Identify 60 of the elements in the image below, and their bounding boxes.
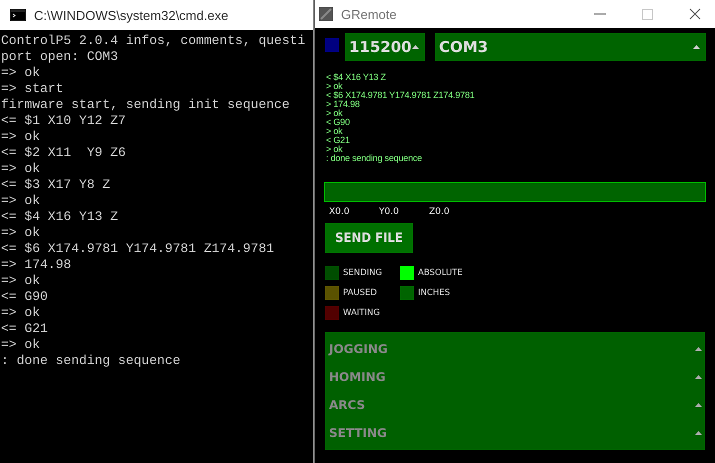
console-line: => 174.98 (1, 257, 72, 273)
group-header[interactable]: JOGGING (325, 335, 705, 363)
log-line: > ok (326, 127, 344, 136)
console-line: <= $1 X10 Y12 Z7 (1, 113, 127, 129)
app-icon (319, 7, 333, 21)
log-line: > ok (326, 82, 344, 91)
console-line: <= $2 X11 Y9 Z6 (1, 145, 127, 161)
send-file-button[interactable]: SEND FILE (325, 223, 413, 253)
console-line: => ok (1, 129, 42, 145)
console-line: <= $3 X17 Y8 Z (1, 177, 112, 193)
caret-icon (695, 431, 702, 435)
console-line: => ok (1, 305, 42, 321)
log-line: < G90 (326, 118, 351, 127)
log-line: > 174.98 (326, 100, 361, 109)
log-line: < G21 (326, 136, 351, 145)
window-title: C:\WINDOWS\system32\cmd.exe (34, 8, 228, 22)
status-label: SENDING (343, 268, 382, 278)
console-line: : done sending sequence (1, 353, 182, 369)
log-line: < $6 X174.9781 Y174.9781 Z174.9781 (326, 91, 476, 100)
coordinate-readout: Y0.0 (379, 207, 400, 217)
connect-toggle[interactable] (325, 38, 339, 52)
caret-icon (412, 45, 419, 49)
console-line: <= $4 X16 Y13 Z (1, 209, 120, 225)
status-label: PAUSED (343, 288, 377, 298)
console-line: <= $6 X174.9781 Y174.9781 Z174.9781 (1, 241, 276, 257)
console-line: <= G90 (1, 289, 49, 305)
close-icon[interactable] (689, 8, 701, 20)
console-line: => ok (1, 193, 42, 209)
caret-icon (695, 347, 702, 351)
console-line: ControlP5 2.0.4 infos, comments, questi (1, 33, 306, 49)
console-line: firmware start, sending init sequence (1, 97, 291, 113)
caret-icon (695, 403, 702, 407)
maximize-icon[interactable] (642, 8, 653, 20)
coordinate-readout: X0.0 (329, 207, 350, 217)
dropdown[interactable]: 115200 (345, 33, 425, 61)
status-label: WAITING (343, 308, 380, 318)
caret-icon (695, 375, 702, 379)
console-line: port open: COM3 (1, 49, 120, 65)
console-line: => start (1, 81, 64, 97)
log-line: > ok (326, 145, 344, 154)
coordinate-readout: Z0.0 (429, 207, 450, 217)
log-line: < $4 X16 Y13 Z (326, 73, 387, 82)
terminal-icon (10, 9, 26, 21)
window-title: GRemote (341, 6, 397, 22)
caret-icon (693, 45, 700, 49)
dropdown[interactable]: COM3 (435, 33, 706, 61)
log-line: > ok (326, 109, 344, 118)
console-line: => ok (1, 273, 42, 289)
status-label: INCHES (418, 288, 450, 298)
group-header[interactable]: SETTING (325, 419, 705, 447)
console-line: => ok (1, 225, 42, 241)
log-line: : done sending sequence (326, 154, 423, 163)
status-label: ABSOLUTE (418, 268, 463, 278)
console-line: => ok (1, 161, 42, 177)
console-line: => ok (1, 337, 42, 353)
console-line: => ok (1, 65, 42, 81)
group-header[interactable]: ARCS (325, 391, 705, 419)
command-field[interactable] (324, 182, 706, 202)
console-line: <= G21 (1, 321, 49, 337)
group-header[interactable]: HOMING (325, 363, 705, 391)
